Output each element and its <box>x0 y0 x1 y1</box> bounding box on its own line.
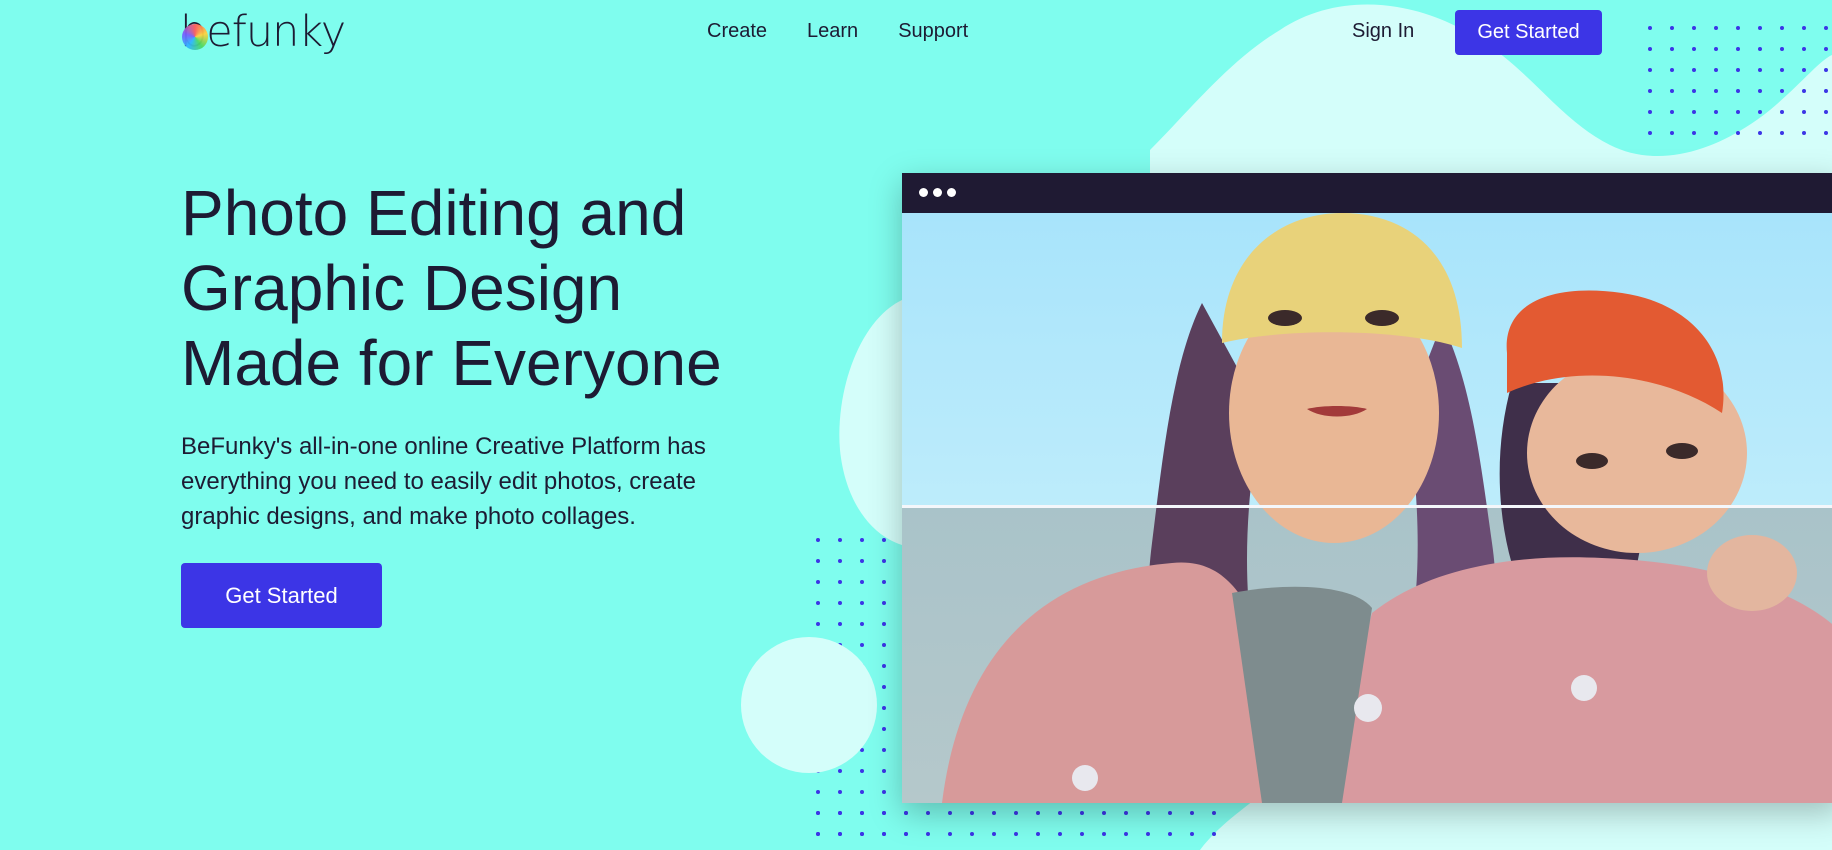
headline-line-1: Photo Editing and <box>181 177 687 249</box>
hero-headline: Photo Editing and Graphic Design Made fo… <box>181 176 781 401</box>
before-after-divider[interactable] <box>902 505 1832 508</box>
headline-line-2: Graphic Design <box>181 252 623 324</box>
app-preview-window <box>902 173 1832 803</box>
main-nav: Create Learn Support <box>707 20 968 43</box>
decorative-circle <box>741 637 877 773</box>
site-header: befunky Create Learn Support Sign In Get… <box>0 0 1832 66</box>
hero-description: BeFunky's all-in-one online Creative Pla… <box>181 433 706 530</box>
window-title-bar <box>902 173 1832 213</box>
nav-support[interactable]: Support <box>898 20 968 43</box>
logo-color-ring <box>182 24 208 50</box>
nav-learn[interactable]: Learn <box>807 20 858 43</box>
get-started-hero-button[interactable]: Get Started <box>181 563 382 628</box>
get-started-header-button[interactable]: Get Started <box>1455 10 1602 55</box>
sign-in-link[interactable]: Sign In <box>1352 20 1414 43</box>
nav-create[interactable]: Create <box>707 20 767 43</box>
headline-line-3: Made for Everyone <box>181 327 722 399</box>
befunky-logo-icon[interactable]: befunky <box>180 8 346 56</box>
hero-photo <box>902 213 1832 803</box>
people-illustration <box>942 213 1832 803</box>
